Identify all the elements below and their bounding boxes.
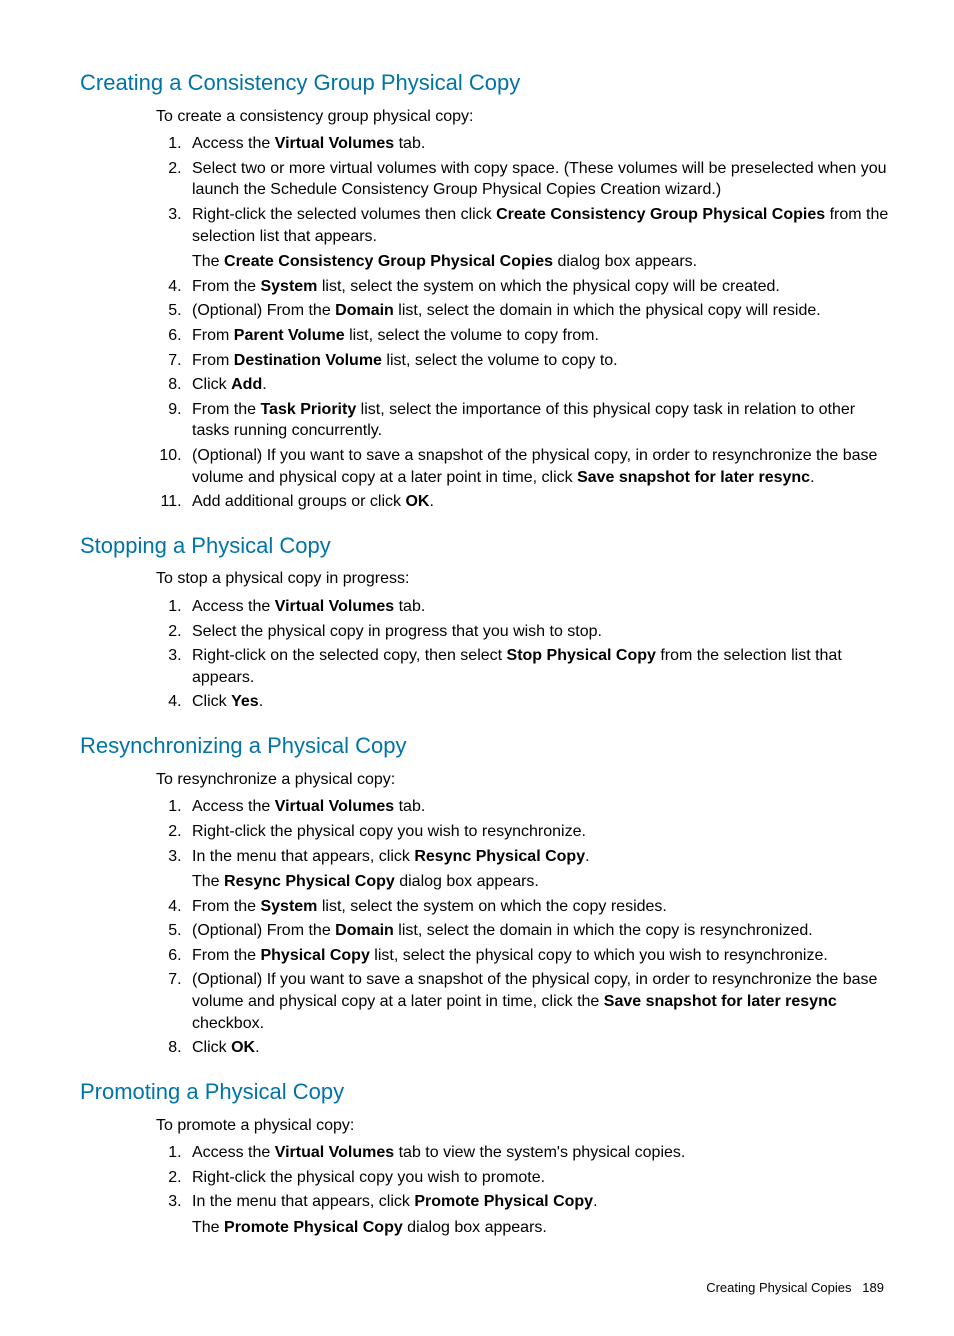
section-intro: To resynchronize a physical copy: — [156, 769, 894, 791]
step-list: Access the Virtual Volumes tab. Select th… — [156, 596, 894, 713]
step-item: Right-click the selected volumes then cl… — [186, 204, 894, 273]
step-list: Access the Virtual Volumes tab to view t… — [156, 1142, 894, 1238]
step-item: Right-click on the selected copy, then s… — [186, 645, 894, 688]
step-item: In the menu that appears, click Resync P… — [186, 846, 894, 893]
step-item: From the System list, select the system … — [186, 896, 894, 918]
step-item: From the System list, select the system … — [186, 276, 894, 298]
step-item: Click OK. — [186, 1037, 894, 1059]
step-item: From the Task Priority list, select the … — [186, 399, 894, 442]
step-item: Select the physical copy in progress tha… — [186, 621, 894, 643]
section-intro: To stop a physical copy in progress: — [156, 568, 894, 590]
step-item: (Optional) If you want to save a snapsho… — [186, 445, 894, 488]
page-footer: Creating Physical Copies 189 — [80, 1279, 894, 1297]
step-item: Access the Virtual Volumes tab. — [186, 596, 894, 618]
step-sub: The Create Consistency Group Physical Co… — [192, 251, 894, 273]
step-item: Access the Virtual Volumes tab to view t… — [186, 1142, 894, 1164]
step-item: (Optional) From the Domain list, select … — [186, 920, 894, 942]
section-heading: Stopping a Physical Copy — [80, 531, 894, 561]
step-item: Click Add. — [186, 374, 894, 396]
step-item: From Parent Volume list, select the volu… — [186, 325, 894, 347]
document-body: Creating a Consistency Group Physical Co… — [80, 68, 894, 1239]
step-item: From Destination Volume list, select the… — [186, 350, 894, 372]
step-item: (Optional) If you want to save a snapsho… — [186, 969, 894, 1034]
step-item: From the Physical Copy list, select the … — [186, 945, 894, 967]
page-number: 189 — [862, 1280, 884, 1295]
footer-title: Creating Physical Copies — [706, 1280, 851, 1295]
step-item: Right-click the physical copy you wish t… — [186, 1167, 894, 1189]
section-heading: Creating a Consistency Group Physical Co… — [80, 68, 894, 98]
section-intro: To promote a physical copy: — [156, 1115, 894, 1137]
step-list: Access the Virtual Volumes tab. Select tw… — [156, 133, 894, 513]
step-item: (Optional) From the Domain list, select … — [186, 300, 894, 322]
step-item: Click Yes. — [186, 691, 894, 713]
section-heading: Promoting a Physical Copy — [80, 1077, 894, 1107]
step-list: Access the Virtual Volumes tab. Right-cli… — [156, 796, 894, 1059]
step-item: Add additional groups or click OK. — [186, 491, 894, 513]
step-item: Access the Virtual Volumes tab. — [186, 133, 894, 155]
step-sub: The Resync Physical Copy dialog box appe… — [192, 871, 894, 893]
step-item: In the menu that appears, click Promote … — [186, 1191, 894, 1238]
section-heading: Resynchronizing a Physical Copy — [80, 731, 894, 761]
step-sub: The Promote Physical Copy dialog box app… — [192, 1217, 894, 1239]
step-item: Right-click the physical copy you wish t… — [186, 821, 894, 843]
step-item: Access the Virtual Volumes tab. — [186, 796, 894, 818]
section-intro: To create a consistency group physical c… — [156, 106, 894, 128]
step-item: Select two or more virtual volumes with … — [186, 158, 894, 201]
